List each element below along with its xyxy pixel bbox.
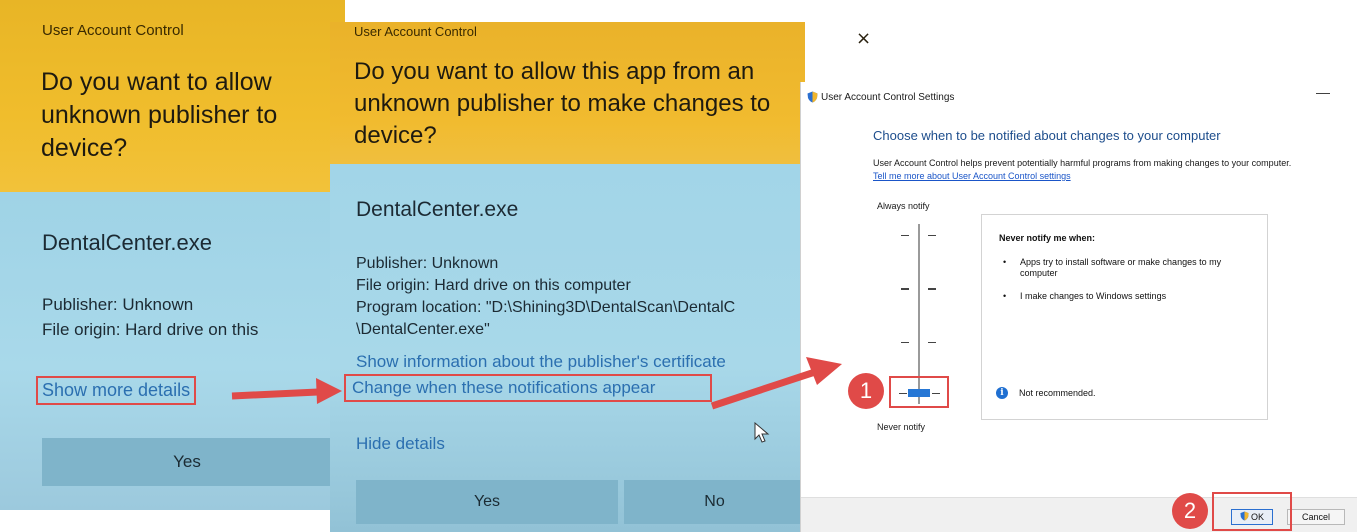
slider-highlight-box xyxy=(889,376,949,408)
uac-question: Do you want to allow this app from an un… xyxy=(354,56,804,152)
uac-question-line-3: device? xyxy=(354,122,437,149)
slider-tick xyxy=(901,342,909,343)
uac-question-line-1: Do you want to allow xyxy=(41,68,272,96)
step-2-badge: 2 xyxy=(1172,493,1208,529)
window-title: User Account Control Settings xyxy=(821,92,955,103)
bullet-glyph: • xyxy=(1003,291,1007,301)
app-details: Publisher: Unknown File origin: Hard dri… xyxy=(356,253,735,341)
bullet-text: I make changes to Windows settings xyxy=(1020,291,1167,301)
settings-heading: Choose when to be notified about changes… xyxy=(873,128,1221,143)
publisher-info: Publisher: Unknown File origin: Hard dri… xyxy=(42,292,258,342)
show-more-details-link[interactable]: Show more details xyxy=(36,376,197,405)
info-icon: i xyxy=(996,387,1008,399)
uac-settings-window: User Account Control Settings — Choose w… xyxy=(800,82,1357,532)
ok-highlight-box xyxy=(1212,492,1292,531)
slider-tick xyxy=(901,235,909,236)
uac-prompt-expanded: User Account Control Do you want to allo… xyxy=(330,22,805,532)
uac-prompt-collapsed: User Account Control Do you want to allo… xyxy=(0,0,345,510)
settings-description: User Account Control helps prevent poten… xyxy=(873,158,1292,168)
publisher-certificate-link[interactable]: Show information about the publisher's c… xyxy=(356,352,726,372)
slider-tick xyxy=(928,342,936,343)
file-origin-label: File origin: Hard drive on this computer xyxy=(356,277,631,294)
never-notify-label: Never notify xyxy=(877,422,926,432)
uac-question-line-2: unknown publisher to make changes to xyxy=(354,90,771,117)
publisher-label: Publisher: Unknown xyxy=(356,255,499,272)
mouse-pointer-icon xyxy=(754,421,770,450)
bullet-text: Apps try to install software or make cha… xyxy=(1020,257,1222,278)
file-origin-label: File origin: Hard drive on this xyxy=(42,320,259,339)
step-1-badge: 1 xyxy=(848,373,884,409)
uac-title: User Account Control xyxy=(42,22,184,39)
no-button[interactable]: No xyxy=(624,480,805,524)
uac-question: Do you want to allow unknown publisher t… xyxy=(41,66,341,165)
slider-tick xyxy=(901,288,909,290)
yes-button[interactable]: Yes xyxy=(356,480,618,524)
slider-tick xyxy=(928,288,936,290)
change-notifications-link[interactable]: Change when these notifications appear xyxy=(344,374,712,402)
uac-question-line-1: Do you want to allow this app from an xyxy=(354,58,755,85)
slider-tick xyxy=(928,235,936,236)
uac-title: User Account Control xyxy=(354,24,477,39)
program-location-label: Program location: "D:\Shining3D\DentalSc… xyxy=(356,299,736,316)
publisher-label: Publisher: Unknown xyxy=(42,295,194,314)
app-name: DentalCenter.exe xyxy=(356,198,519,221)
always-notify-label: Always notify xyxy=(877,201,930,211)
close-icon[interactable]: × xyxy=(856,28,871,49)
bullet-glyph: • xyxy=(1003,257,1007,267)
program-location-continued: \DentalCenter.exe" xyxy=(356,321,490,338)
uac-question-line-2: unknown publisher to xyxy=(41,101,278,129)
yes-button[interactable]: Yes xyxy=(42,438,332,486)
app-name: DentalCenter.exe xyxy=(42,230,212,255)
not-recommended-label: Not recommended. xyxy=(1019,388,1096,398)
shield-icon xyxy=(807,90,818,103)
hide-details-link[interactable]: Hide details xyxy=(356,434,445,454)
minimize-icon[interactable]: — xyxy=(1316,84,1330,100)
level-description-title: Never notify me when: xyxy=(999,233,1096,243)
uac-question-line-3: device? xyxy=(41,134,128,162)
tell-me-more-link[interactable]: Tell me more about User Account Control … xyxy=(873,171,1071,181)
cancel-button[interactable]: Cancel xyxy=(1287,509,1345,525)
